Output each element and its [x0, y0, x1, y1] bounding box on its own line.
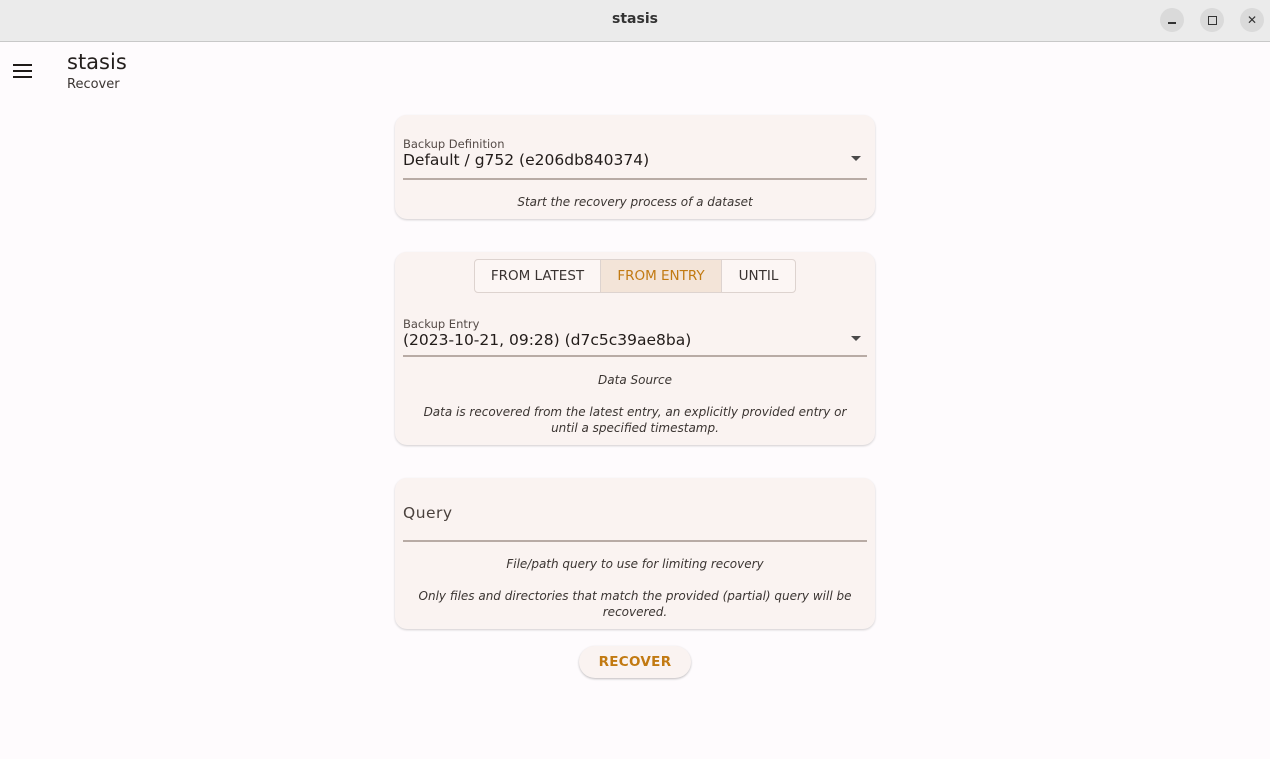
close-icon: ✕: [1246, 13, 1258, 27]
maximize-icon: [1207, 15, 1217, 25]
hamburger-menu-icon[interactable]: [13, 64, 33, 78]
query-placeholder: Query: [403, 504, 453, 522]
app-bar: stasis Recover: [0, 43, 1270, 103]
segment-from-latest[interactable]: FROM LATEST: [475, 260, 601, 292]
recover-button[interactable]: RECOVER: [579, 646, 691, 678]
backup-entry-value: (2023-10-21, 09:28) (d7c5c39ae8ba): [403, 331, 692, 349]
query-card: Query File/path query to use for limitin…: [395, 478, 875, 629]
app-title: stasis: [67, 50, 127, 74]
backup-entry-select[interactable]: Backup Entry (2023-10-21, 09:28) (d7c5c3…: [403, 317, 867, 357]
query-input[interactable]: Query: [403, 500, 867, 542]
backup-definition-card: Backup Definition Default / g752 (e206db…: [395, 115, 875, 219]
backup-entry-label: Backup Entry: [403, 317, 480, 331]
minimize-icon: [1168, 22, 1176, 24]
window-title: stasis: [612, 11, 658, 27]
data-source-card: FROM LATEST FROM ENTRY UNTIL Backup Entr…: [395, 252, 875, 445]
minimize-button[interactable]: [1160, 8, 1184, 32]
query-helper-description: Only files and directories that match th…: [418, 589, 852, 619]
close-button[interactable]: ✕: [1240, 8, 1264, 32]
dropdown-arrow-icon[interactable]: [851, 156, 861, 161]
data-source-segmented-control: FROM LATEST FROM ENTRY UNTIL: [474, 259, 796, 293]
maximize-button[interactable]: [1200, 8, 1224, 32]
window-titlebar: stasis ✕: [0, 0, 1270, 42]
backup-definition-helper: Start the recovery process of a dataset: [517, 195, 753, 209]
segment-from-entry[interactable]: FROM ENTRY: [601, 260, 722, 292]
backup-definition-label: Backup Definition: [403, 137, 505, 151]
segment-until[interactable]: UNTIL: [722, 260, 795, 292]
backup-definition-select[interactable]: Backup Definition Default / g752 (e206db…: [403, 137, 867, 180]
query-helper-title: File/path query to use for limiting reco…: [506, 557, 764, 571]
data-source-title: Data Source: [598, 373, 672, 387]
dropdown-arrow-icon[interactable]: [851, 336, 861, 341]
page-subtitle: Recover: [67, 77, 120, 92]
data-source-description: Data is recovered from the latest entry,…: [423, 405, 847, 435]
backup-definition-value: Default / g752 (e206db840374): [403, 151, 650, 169]
